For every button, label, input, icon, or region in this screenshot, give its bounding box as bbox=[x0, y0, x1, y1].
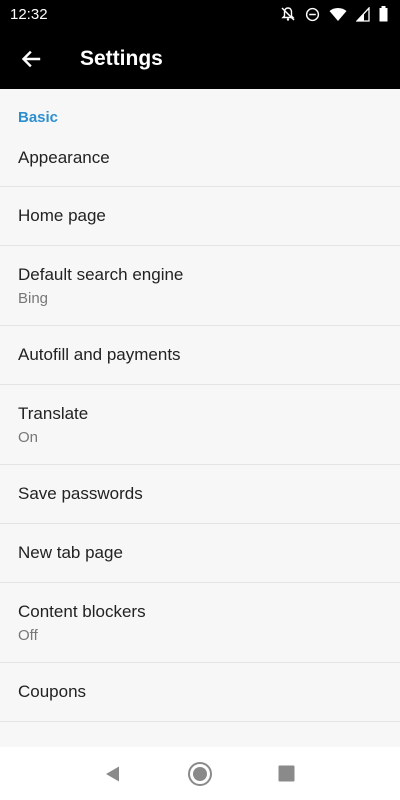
home-circle-icon bbox=[187, 761, 212, 786]
item-title: Appearance bbox=[18, 147, 110, 167]
status-bar: 12:32 bbox=[0, 0, 400, 28]
wifi-icon bbox=[329, 7, 347, 21]
nav-recents-button[interactable] bbox=[267, 754, 307, 794]
item-subtitle: On bbox=[18, 428, 39, 446]
settings-item-default-search-engine[interactable]: Default search engine Bing bbox=[0, 246, 400, 326]
nav-back-button[interactable] bbox=[93, 754, 133, 794]
section-header-basic: Basic bbox=[18, 109, 59, 126]
item-title: Translate bbox=[18, 403, 89, 423]
nav-home-button[interactable] bbox=[180, 754, 220, 794]
status-icons bbox=[280, 6, 388, 22]
settings-item-translate[interactable]: Translate On bbox=[0, 385, 400, 465]
settings-list: Basic Appearance Home page Default searc… bbox=[0, 89, 400, 747]
settings-item-new-tab-page[interactable]: New tab page bbox=[0, 524, 400, 583]
item-title: Coupons bbox=[18, 682, 87, 701]
item-title: Save passwords bbox=[18, 484, 143, 503]
item-title: Home page bbox=[18, 206, 106, 225]
do-not-disturb-icon bbox=[305, 7, 320, 21]
recents-square-icon bbox=[278, 765, 295, 782]
settings-item-coupons[interactable]: Coupons bbox=[0, 663, 400, 722]
system-nav-bar bbox=[0, 747, 400, 800]
app-bar: Settings bbox=[0, 28, 400, 89]
notifications-off-icon bbox=[281, 7, 295, 21]
settings-item-save-passwords[interactable]: Save passwords bbox=[0, 465, 400, 524]
item-title: New tab page bbox=[18, 543, 123, 562]
settings-item-content-blockers[interactable]: Content blockers Off bbox=[0, 583, 400, 663]
page-title: Settings bbox=[80, 46, 163, 70]
item-title: Default search engine bbox=[18, 264, 184, 284]
cellular-signal-icon bbox=[356, 6, 370, 22]
settings-item-home-page[interactable]: Home page bbox=[0, 187, 400, 246]
battery-icon bbox=[379, 6, 388, 22]
back-button[interactable] bbox=[0, 28, 62, 89]
status-time: 12:32 bbox=[10, 5, 48, 23]
item-subtitle: Off bbox=[18, 626, 38, 644]
item-title: Autofill and payments bbox=[18, 345, 181, 364]
settings-item-autofill-and-payments[interactable]: Autofill and payments bbox=[0, 326, 400, 385]
arrow-back-icon bbox=[21, 50, 41, 67]
back-triangle-icon bbox=[106, 766, 120, 781]
settings-item-appearance[interactable]: Appearance bbox=[0, 129, 400, 187]
item-subtitle: Bing bbox=[18, 289, 49, 307]
item-title: Content blockers bbox=[18, 601, 146, 621]
